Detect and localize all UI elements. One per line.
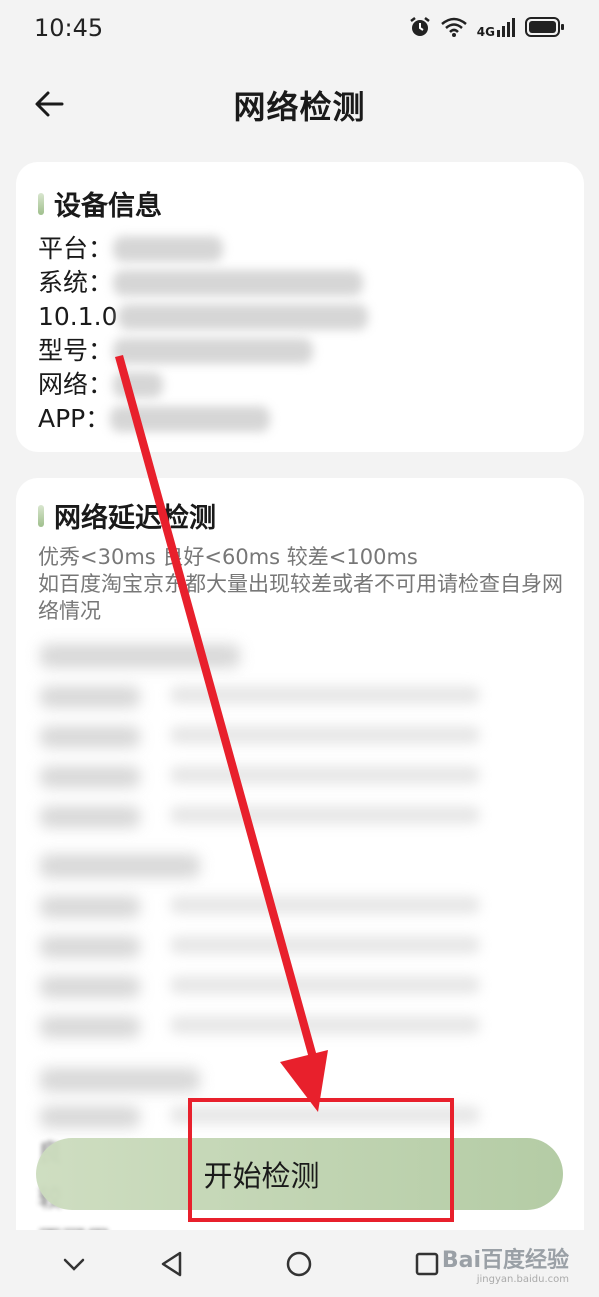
device-row-system: 系统： — [38, 266, 368, 300]
device-row-platform: 平台： — [38, 232, 368, 266]
title-accent-mark — [38, 504, 44, 527]
battery-icon — [525, 17, 564, 37]
device-info-title-text: 设备信息 — [54, 191, 162, 222]
device-row-model: 型号： — [38, 334, 368, 368]
watermark-text: Bai百度经验 — [441, 1248, 569, 1273]
device-row-label: APP： — [38, 404, 111, 433]
status-icons: 4G — [409, 16, 565, 38]
device-row-label: 型号： — [38, 336, 114, 365]
nav-back-button[interactable] — [150, 1242, 194, 1286]
watermark-sub: jingyan.baidu.com — [476, 1274, 569, 1285]
network-type: 4G — [476, 25, 495, 39]
latency-description: 优秀<30ms 良好<60ms 较差<100ms 如百度淘宝京东都大量出现较差或… — [38, 544, 568, 625]
wifi-icon — [440, 17, 467, 37]
blurred-value — [110, 406, 271, 432]
page-title: 网络检测 — [233, 88, 366, 126]
device-info-title: 设备信息 — [38, 184, 162, 223]
blurred-value — [113, 236, 224, 262]
watermark: Bai百度经验 jingyan.baidu.com — [442, 1242, 569, 1285]
device-row-label: 10.1.0 — [38, 302, 118, 331]
device-row-label: 平台： — [38, 234, 114, 263]
annotation-highlight-box — [188, 1098, 454, 1222]
blurred-value — [117, 304, 368, 330]
latency-hint: 如百度淘宝京东都大量出现较差或者不可用请检查自身网络情况 — [38, 572, 563, 623]
blurred-value — [113, 270, 364, 296]
nav-home-button[interactable] — [277, 1242, 321, 1286]
device-row-version: 10.1.0 — [38, 300, 368, 334]
nav-collapse-button[interactable] — [52, 1242, 96, 1286]
status-bar: 10:45 4G — [0, 0, 599, 60]
home-circle-icon — [286, 1251, 312, 1277]
title-accent-mark — [38, 192, 44, 215]
latency-thresholds: 优秀<30ms 良好<60ms 较差<100ms — [38, 545, 418, 569]
device-info-list: 平台： 系统： 10.1.0 型号： 网络： APP： — [38, 232, 368, 436]
latency-title: 网络延迟检测 — [38, 496, 216, 535]
device-info-card: 设备信息 平台： 系统： 10.1.0 型号： 网络： APP： — [16, 162, 584, 452]
device-row-label: 网络： — [38, 370, 114, 399]
back-triangle-icon — [161, 1251, 182, 1277]
device-row-network: 网络： — [38, 368, 368, 402]
alarm-icon — [410, 17, 430, 36]
status-time: 10:45 — [34, 14, 104, 42]
system-nav-bar: Bai百度经验 jingyan.baidu.com — [0, 1230, 599, 1297]
blurred-value — [113, 338, 314, 364]
app-header: 网络检测 — [0, 70, 599, 140]
signal-icon: 4G — [476, 17, 515, 39]
blurred-value — [113, 372, 164, 398]
chevron-down-icon — [63, 1258, 85, 1271]
device-row-app: APP： — [38, 402, 368, 436]
latency-title-text: 网络延迟检测 — [54, 503, 216, 534]
device-row-label: 系统： — [38, 268, 114, 297]
